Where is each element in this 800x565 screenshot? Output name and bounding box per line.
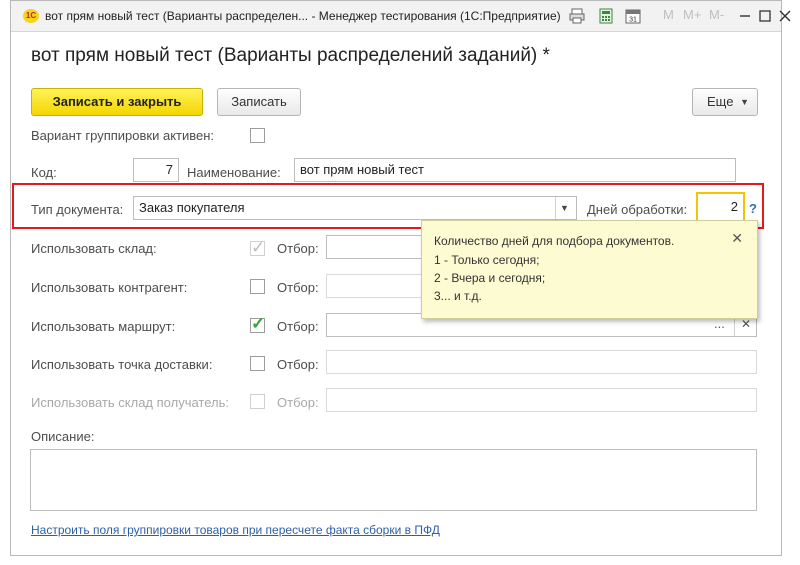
close-icon[interactable] (776, 7, 794, 25)
form-title: вот прям новый тест (Варианты распределе… (31, 45, 550, 66)
calculator-icon[interactable] (598, 8, 614, 24)
use-warehouse-checkbox[interactable]: ✓ (250, 238, 266, 257)
chevron-down-icon: ▼ (740, 97, 749, 107)
code-field[interactable]: 7 (133, 158, 179, 182)
description-label: Описание: (31, 429, 95, 444)
use-delivery-point-checkbox[interactable] (250, 356, 265, 371)
use-route-label: Использовать маршрут: (31, 319, 176, 334)
maximize-icon[interactable] (756, 7, 774, 25)
use-counterparty-label: Использовать контрагент: (31, 280, 188, 295)
use-counterparty-checkbox[interactable] (250, 279, 265, 294)
code-label: Код: (31, 165, 57, 180)
svg-text:31: 31 (629, 17, 637, 24)
grouping-active-checkbox[interactable] (250, 128, 265, 143)
memory-plus-button[interactable]: M+ (683, 7, 701, 22)
warehouse-filter-label: Отбор: (277, 241, 319, 256)
use-receiver-warehouse-label: Использовать склад получатель: (31, 395, 229, 410)
tooltip-line: Количество дней для подбора документов. (434, 234, 675, 248)
tooltip-line: 1 - Только сегодня; (434, 253, 540, 267)
counterparty-filter-label: Отбор: (277, 280, 319, 295)
grouping-active-label: Вариант группировки активен: (31, 128, 215, 143)
warehouse-filter-field[interactable] (326, 235, 426, 259)
delivery-point-filter-field[interactable] (326, 350, 757, 374)
check-icon: ✓ (251, 314, 266, 333)
more-button[interactable]: Еще ▼ (692, 88, 758, 116)
receiver-warehouse-filter-field[interactable] (326, 388, 757, 412)
receiver-warehouse-filter-label: Отбор: (277, 395, 319, 410)
name-field[interactable]: вот прям новый тест (294, 158, 736, 182)
more-button-label: Еще (707, 94, 734, 109)
route-filter-label: Отбор: (277, 319, 319, 334)
use-warehouse-label: Использовать склад: (31, 241, 157, 256)
check-icon: ✓ (251, 238, 266, 257)
delivery-point-filter-label: Отбор: (277, 357, 319, 372)
print-icon[interactable] (569, 8, 585, 24)
use-receiver-warehouse-checkbox[interactable] (250, 394, 265, 409)
memory-minus-button[interactable]: M- (709, 7, 724, 22)
description-textarea[interactable] (30, 449, 757, 511)
save-button[interactable]: Записать (217, 88, 301, 116)
minimize-icon[interactable] (736, 6, 754, 24)
save-and-close-button[interactable]: Записать и закрыть (31, 88, 203, 116)
name-label: Наименование: (187, 165, 281, 180)
app-logo-icon: 1С (23, 9, 39, 23)
tooltip-line: 2 - Вчера и сегодня; (434, 271, 546, 285)
title-bar: 1С вот прям новый тест (Варианты распред… (11, 1, 791, 32)
counterparty-filter-field[interactable] (326, 274, 426, 298)
use-route-checkbox[interactable]: ✓ (250, 314, 266, 333)
memory-m-button[interactable]: M (663, 7, 674, 22)
days-tooltip: Количество дней для подбора документов. … (421, 220, 758, 319)
clear-icon[interactable]: ✕ (741, 317, 751, 331)
grouping-settings-link[interactable]: Настроить поля группировки товаров при п… (31, 523, 440, 537)
tooltip-line: 3... и т.д. (434, 289, 482, 303)
calendar-icon[interactable]: 31 (625, 8, 641, 24)
tooltip-close-icon[interactable]: ✕ (731, 230, 743, 247)
window-title: вот прям новый тест (Варианты распределе… (45, 9, 561, 23)
use-delivery-point-label: Использовать точка доставки: (31, 357, 213, 372)
